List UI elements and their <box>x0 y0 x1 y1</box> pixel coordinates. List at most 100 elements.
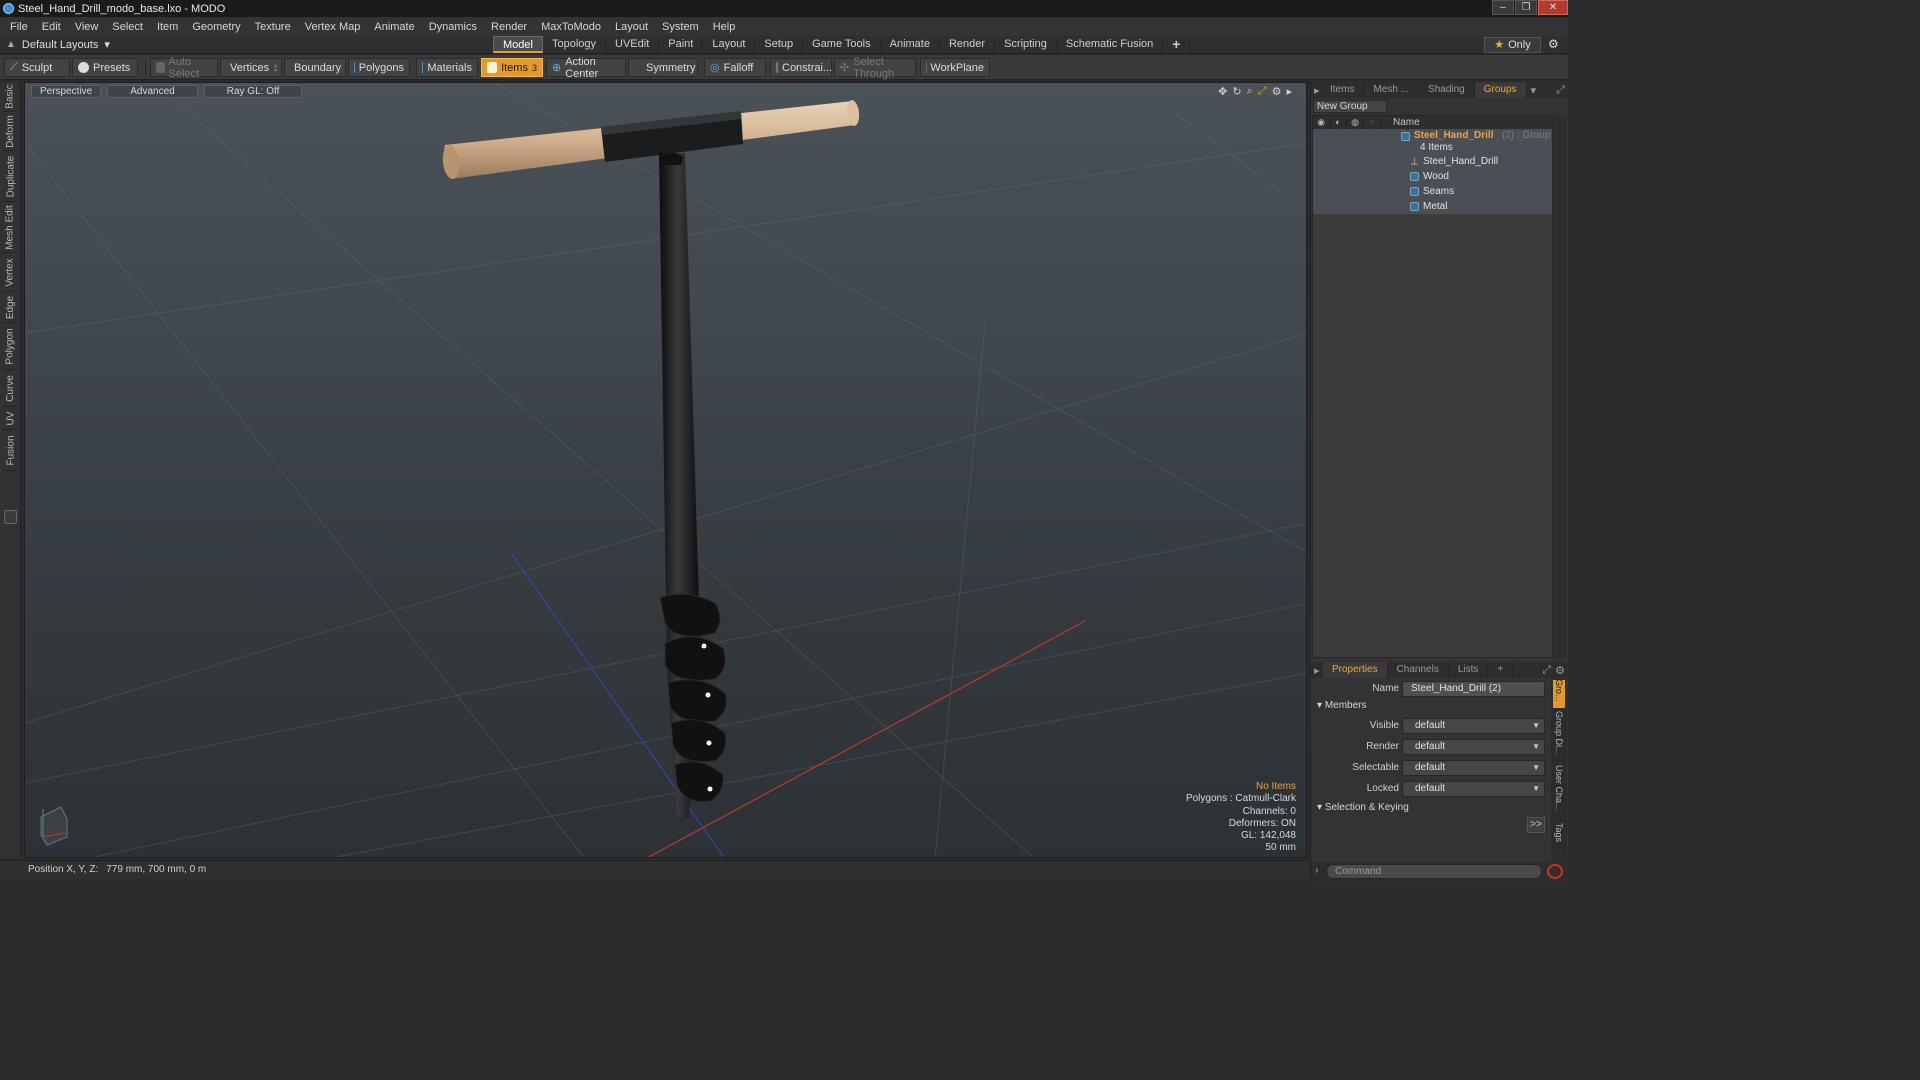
props-menu-icon[interactable]: ▸ <box>1311 664 1323 677</box>
menu-edit[interactable]: Edit <box>35 21 68 33</box>
side-tab-group-display[interactable]: Group Di... <box>1553 711 1565 762</box>
menu-system[interactable]: System <box>655 21 706 33</box>
props-gear-icon[interactable]: ⚙ <box>1551 664 1569 677</box>
vtab-edge[interactable]: Edge <box>2 293 19 323</box>
expand-button[interactable]: >> <box>1527 817 1545 833</box>
group-row[interactable]: Steel_Hand_Drill (2) : Group 4 Items <box>1313 129 1552 154</box>
minimize-button[interactable]: – <box>1492 0 1514 15</box>
menu-help[interactable]: Help <box>706 21 743 33</box>
viewport-view-selector[interactable]: Perspective <box>31 85 102 98</box>
tab-lists[interactable]: Lists <box>1449 662 1489 678</box>
3d-viewport[interactable]: Perspective Advanced Ray GL: Off ✥ ↻ ⌕ ⤢… <box>24 82 1307 858</box>
tab-setup[interactable]: Setup <box>755 36 804 53</box>
tab-layout[interactable]: Layout <box>703 36 756 53</box>
tab-mesh[interactable]: Mesh ... <box>1364 82 1420 98</box>
selection-keying-section-header[interactable]: ▾ Selection & Keying <box>1317 802 1409 813</box>
sculpt-button[interactable]: ⟋ Sculpt <box>4 58 70 77</box>
scene-render[interactable] <box>25 83 1307 858</box>
tab-scripting[interactable]: Scripting <box>995 36 1057 53</box>
menu-layout[interactable]: Layout <box>608 21 655 33</box>
vtab-curve[interactable]: Curve <box>2 371 19 407</box>
menu-dynamics[interactable]: Dynamics <box>422 21 484 33</box>
viewport-gear-icon[interactable]: ⚙ <box>1272 85 1282 98</box>
action-center-button[interactable]: ⊕ Action Center <box>546 56 626 80</box>
side-tab-user-channels[interactable]: User Cha... <box>1553 765 1565 820</box>
close-button[interactable]: ✕ <box>1538 0 1568 15</box>
vtab-vertex[interactable]: Vertex <box>2 254 19 292</box>
visible-select[interactable]: default ▼ <box>1402 717 1545 734</box>
locked-select[interactable]: default ▼ <box>1402 780 1545 797</box>
materials-button[interactable]: Materials <box>416 58 478 77</box>
tab-schematic-fusion[interactable]: Schematic Fusion <box>1057 36 1164 53</box>
panel-maximize-icon[interactable]: ⤢ <box>1556 84 1569 97</box>
tabs-dropdown-icon[interactable]: ▾ <box>1527 84 1537 97</box>
palette-toggle[interactable] <box>4 510 17 524</box>
add-props-tab-button[interactable]: + <box>1488 662 1514 678</box>
group-member-row[interactable]: Metal <box>1313 199 1552 214</box>
pan-icon[interactable]: ✥ <box>1218 85 1227 98</box>
select-icon[interactable]: ◌ <box>1364 116 1381 129</box>
tab-items[interactable]: Items <box>1321 82 1365 98</box>
tab-channels[interactable]: Channels <box>1388 662 1449 678</box>
tab-paint[interactable]: Paint <box>659 36 704 53</box>
record-icon[interactable] <box>1547 864 1563 879</box>
only-button[interactable]: ★ Only <box>1484 37 1541 53</box>
viewport-shading-selector[interactable]: Advanced <box>107 85 198 98</box>
side-tab-group[interactable]: Gro... <box>1553 679 1565 708</box>
viewport-raygl-toggle[interactable]: Ray GL: Off <box>203 85 303 98</box>
tab-animate[interactable]: Animate <box>881 36 940 53</box>
menu-texture[interactable]: Texture <box>248 21 298 33</box>
vertices-button[interactable]: Vertices 1 <box>220 58 282 77</box>
menu-file[interactable]: File <box>3 21 35 33</box>
polygons-button[interactable]: Polygons <box>348 58 410 77</box>
vtab-uv[interactable]: UV <box>2 408 19 430</box>
layout-dropdown[interactable]: ▲ Default Layouts ▾ <box>6 38 110 52</box>
viewport-expand-icon[interactable]: ▸ <box>1286 85 1292 98</box>
new-group-button[interactable]: New Group <box>1313 100 1387 113</box>
presets-button[interactable]: Presets <box>72 58 138 77</box>
group-member-row[interactable]: ⟂ Steel_Hand_Drill <box>1313 154 1552 169</box>
menu-render[interactable]: Render <box>484 21 534 33</box>
group-member-row[interactable]: Seams <box>1313 184 1552 199</box>
tab-groups[interactable]: Groups <box>1474 82 1527 98</box>
layout-pin-icon[interactable]: ▲ <box>6 39 16 50</box>
tab-topology[interactable]: Topology <box>543 36 607 53</box>
lock-icon[interactable]: ◍ <box>1347 116 1364 129</box>
menu-geometry[interactable]: Geometry <box>185 21 247 33</box>
eye-icon[interactable]: ◉ <box>1313 116 1330 129</box>
groups-scrollbar[interactable] <box>1554 115 1566 658</box>
workplane-button[interactable]: WorkPlane <box>920 58 990 77</box>
gear-icon[interactable]: ⚙ <box>1548 37 1559 51</box>
tab-game-tools[interactable]: Game Tools <box>803 36 881 53</box>
menu-animate[interactable]: Animate <box>367 21 421 33</box>
vtab-polygon[interactable]: Polygon <box>2 324 19 370</box>
side-tab-tags[interactable]: Tags <box>1553 823 1565 848</box>
vtab-mesh-edit[interactable]: Mesh Edit <box>2 203 19 253</box>
members-section-header[interactable]: ▾ Members <box>1317 700 1367 711</box>
vtab-duplicate[interactable]: Duplicate <box>2 152 19 202</box>
items-button[interactable]: Items 3 <box>481 58 543 77</box>
vtab-deform[interactable]: Deform <box>2 113 19 151</box>
props-maximize-icon[interactable]: ⤢ <box>1542 664 1551 677</box>
symmetry-button[interactable]: Symmetry <box>628 58 698 77</box>
menu-select[interactable]: Select <box>105 21 150 33</box>
render-icon[interactable]: ◐ <box>1330 116 1347 129</box>
add-tab-button[interactable]: + <box>1163 36 1191 53</box>
tab-properties[interactable]: Properties <box>1323 662 1388 678</box>
command-input[interactable]: Command <box>1326 864 1542 879</box>
constraints-button[interactable]: Constrai... <box>770 58 832 77</box>
panel-menu-icon[interactable]: ▸ <box>1311 84 1321 97</box>
menu-maxtomodo[interactable]: MaxToModo <box>534 21 608 33</box>
vtab-basic[interactable]: Basic <box>2 82 19 112</box>
boundary-button[interactable]: Boundary <box>284 58 346 77</box>
auto-select-button[interactable]: Auto Select <box>150 56 218 80</box>
menu-item[interactable]: Item <box>150 21 185 33</box>
tab-uvedit[interactable]: UVEdit <box>606 36 660 53</box>
render-select[interactable]: default ▼ <box>1402 738 1545 755</box>
zoom-icon[interactable]: ⌕ <box>1247 85 1253 98</box>
selectable-select[interactable]: default ▼ <box>1402 759 1545 776</box>
name-field[interactable]: Steel_Hand_Drill (2) <box>1402 680 1545 697</box>
group-member-row[interactable]: Wood <box>1313 169 1552 184</box>
rotate-icon[interactable]: ↻ <box>1232 85 1241 98</box>
vtab-fusion[interactable]: Fusion <box>2 431 19 471</box>
